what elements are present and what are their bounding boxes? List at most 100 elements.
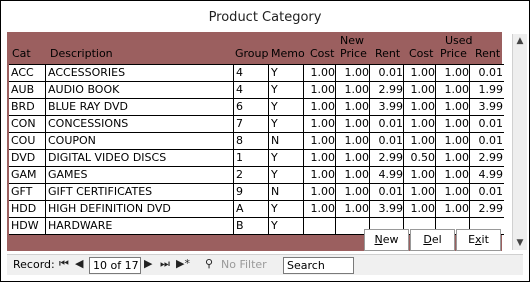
cell-description[interactable]: GAMES	[46, 167, 235, 183]
cell-description[interactable]: HARDWARE	[46, 218, 235, 234]
last-record-icon[interactable]: ⏭	[160, 257, 170, 271]
cell-cat[interactable]: AUB	[9, 82, 47, 98]
table-row[interactable]: GFT GIFT CERTIFICATES 9 N 1.00 1.00 0.01…	[9, 184, 504, 201]
cell-group[interactable]: 2	[234, 167, 270, 183]
cell-new-rent[interactable]: 2.99	[370, 82, 405, 98]
cell-used-price[interactable]: 1.00	[436, 184, 471, 200]
cell-group[interactable]: 8	[234, 133, 270, 149]
cell-cat[interactable]: HDD	[9, 201, 47, 217]
table-row[interactable]: CON CONCESSIONS 7 Y 1.00 1.00 0.01 1.00 …	[9, 116, 504, 133]
cell-description[interactable]: COUPON	[46, 133, 235, 149]
cell-description[interactable]: CONCESSIONS	[46, 116, 235, 132]
next-record-icon[interactable]: ▶	[144, 257, 152, 270]
cell-new-price[interactable]: 1.00	[336, 133, 371, 149]
cell-memo[interactable]: N	[269, 133, 305, 149]
cell-description[interactable]: HIGH DEFINITION DVD	[46, 201, 235, 217]
cell-new-cost[interactable]: 1.00	[304, 167, 337, 183]
cell-new-rent[interactable]: 0.01	[370, 184, 405, 200]
cell-used-rent[interactable]: 3.99	[470, 99, 505, 115]
cell-new-cost[interactable]: 1.00	[304, 116, 337, 132]
scroll-up-icon[interactable]: ▲	[513, 34, 527, 48]
cell-new-price[interactable]: 1.00	[336, 184, 371, 200]
vertical-scrollbar[interactable]: ▲ ▼	[512, 34, 527, 250]
cell-cat[interactable]: COU	[9, 133, 47, 149]
cell-used-price[interactable]: 1.00	[436, 150, 471, 166]
cell-cat[interactable]: GAM	[9, 167, 47, 183]
cell-description[interactable]: ACCESSORIES	[46, 65, 235, 81]
cell-used-cost[interactable]: 1.00	[404, 82, 437, 98]
cell-new-cost[interactable]: 1.00	[304, 184, 337, 200]
cell-used-rent[interactable]: 0.01	[470, 184, 505, 200]
cell-new-rent[interactable]: 0.01	[370, 116, 405, 132]
cell-new-price[interactable]: 1.00	[336, 150, 371, 166]
cell-new-cost[interactable]: 1.00	[304, 65, 337, 81]
new-button[interactable]: New	[364, 229, 409, 251]
cell-cat[interactable]: ACC	[9, 65, 47, 81]
cell-memo[interactable]: Y	[269, 150, 305, 166]
cell-used-price[interactable]: 1.00	[436, 201, 471, 217]
record-number-field[interactable]: 10 of 17	[89, 257, 141, 274]
cell-new-price[interactable]: 1.00	[336, 201, 371, 217]
cell-cat[interactable]: BRD	[9, 99, 47, 115]
cell-new-rent[interactable]: 3.99	[370, 99, 405, 115]
cell-memo[interactable]: Y	[269, 99, 305, 115]
cell-new-cost[interactable]: 1.00	[304, 133, 337, 149]
cell-group[interactable]: 6	[234, 99, 270, 115]
table-row[interactable]: HDD HIGH DEFINITION DVD A Y 1.00 1.00 3.…	[9, 201, 504, 218]
cell-new-rent[interactable]: 0.01	[370, 65, 405, 81]
cell-new-cost[interactable]: 1.00	[304, 150, 337, 166]
previous-record-icon[interactable]: ◀	[75, 257, 83, 270]
cell-used-rent[interactable]: 0.01	[470, 65, 505, 81]
cell-used-rent[interactable]: 1.99	[470, 82, 505, 98]
cell-cat[interactable]: CON	[9, 116, 47, 132]
cell-new-rent[interactable]: 3.99	[370, 201, 405, 217]
cell-used-price[interactable]: 1.00	[436, 82, 471, 98]
cell-cat[interactable]: HDW	[9, 218, 47, 234]
cell-description[interactable]: AUDIO BOOK	[46, 82, 235, 98]
cell-used-rent[interactable]: 0.01	[470, 116, 505, 132]
cell-new-rent[interactable]: 2.99	[370, 150, 405, 166]
cell-memo[interactable]: Y	[269, 65, 305, 81]
table-row[interactable]: AUB AUDIO BOOK 4 Y 1.00 1.00 2.99 1.00 1…	[9, 82, 504, 99]
cell-group[interactable]: 1	[234, 150, 270, 166]
cell-memo[interactable]: Y	[269, 167, 305, 183]
new-record-icon[interactable]: ▶*	[176, 257, 190, 270]
cell-used-cost[interactable]: 1.00	[404, 184, 437, 200]
cell-new-price[interactable]: 1.00	[336, 82, 371, 98]
cell-used-cost[interactable]: 1.00	[404, 65, 437, 81]
cell-cat[interactable]: DVD	[9, 150, 47, 166]
no-filter-label[interactable]: No Filter	[221, 258, 267, 271]
cell-new-cost[interactable]: 1.00	[304, 99, 337, 115]
cell-used-rent[interactable]: 4.99	[470, 167, 505, 183]
table-row[interactable]: ACC ACCESSORIES 4 Y 1.00 1.00 0.01 1.00 …	[9, 65, 504, 82]
cell-used-price[interactable]: 1.00	[436, 116, 471, 132]
table-row[interactable]: BRD BLUE RAY DVD 6 Y 1.00 1.00 3.99 1.00…	[9, 99, 504, 116]
delete-button[interactable]: Del	[410, 229, 455, 251]
cell-used-price[interactable]: 1.00	[436, 167, 471, 183]
cell-group[interactable]: A	[234, 201, 270, 217]
cell-new-rent[interactable]: 0.01	[370, 133, 405, 149]
cell-description[interactable]: GIFT CERTIFICATES	[46, 184, 235, 200]
cell-cat[interactable]: GFT	[9, 184, 47, 200]
cell-used-price[interactable]: 1.00	[436, 99, 471, 115]
cell-used-cost[interactable]: 1.00	[404, 116, 437, 132]
cell-new-price[interactable]: 1.00	[336, 65, 371, 81]
cell-memo[interactable]: Y	[269, 218, 305, 234]
cell-new-cost[interactable]	[304, 218, 337, 234]
cell-group[interactable]: 4	[234, 65, 270, 81]
table-row[interactable]: DVD DIGITAL VIDEO DISCS 1 Y 1.00 1.00 2.…	[9, 150, 504, 167]
cell-used-cost[interactable]: 1.00	[404, 133, 437, 149]
cell-new-price[interactable]: 1.00	[336, 99, 371, 115]
cell-new-rent[interactable]: 4.99	[370, 167, 405, 183]
cell-used-price[interactable]: 1.00	[436, 65, 471, 81]
cell-used-rent[interactable]: 2.99	[470, 150, 505, 166]
cell-description[interactable]: BLUE RAY DVD	[46, 99, 235, 115]
cell-new-price[interactable]: 1.00	[336, 116, 371, 132]
cell-memo[interactable]: Y	[269, 116, 305, 132]
scroll-down-icon[interactable]: ▼	[513, 236, 527, 250]
cell-memo[interactable]: N	[269, 184, 305, 200]
table-row[interactable]: GAM GAMES 2 Y 1.00 1.00 4.99 1.00 1.00 4…	[9, 167, 504, 184]
cell-group[interactable]: B	[234, 218, 270, 234]
cell-group[interactable]: 9	[234, 184, 270, 200]
cell-used-rent[interactable]: 0.01	[470, 133, 505, 149]
